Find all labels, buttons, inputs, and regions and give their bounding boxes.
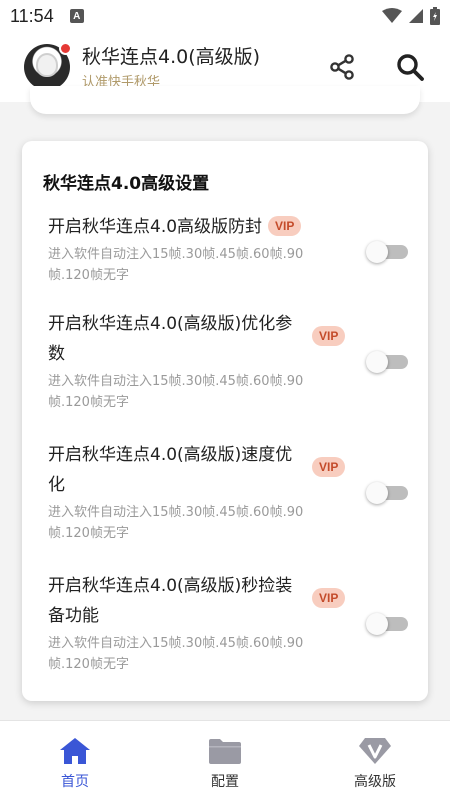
- diamond-v-icon: [359, 738, 391, 764]
- signal-icon: [409, 9, 423, 23]
- setting-item-speed-optimize: 开启秋华连点4.0(高级版)速度优化 VIP 进入软件自动注入15帧.30帧.4…: [48, 440, 408, 544]
- setting-description: 进入软件自动注入15帧.30帧.45帧.60帧.90帧.120帧无字: [48, 374, 304, 410]
- setting-description: 进入软件自动注入15帧.30帧.45帧.60帧.90帧.120帧无字: [48, 505, 304, 541]
- header-actions: [326, 51, 426, 83]
- toggle-thumb: [366, 482, 388, 504]
- wifi-icon: [382, 8, 402, 23]
- nav-label: 高级版: [354, 774, 396, 790]
- setting-label: 开启秋华连点4.0(高级版)速度优化: [48, 445, 293, 495]
- bottom-nav: 首页 配置 高级版: [0, 720, 450, 800]
- battery-icon: [430, 7, 440, 25]
- setting-description: 进入软件自动注入15帧.30帧.45帧.60帧.90帧.120帧无字: [48, 636, 304, 672]
- search-button[interactable]: [394, 51, 426, 83]
- setting-label: 开启秋华连点4.0(高级版)秒捡装备功能: [48, 576, 293, 626]
- status-bar: 11:54 A: [0, 0, 450, 32]
- setting-item-auto-pickup: 开启秋华连点4.0(高级版)秒捡装备功能 VIP 进入软件自动注入15帧.30帧…: [48, 571, 408, 675]
- nav-item-config[interactable]: 配置: [150, 721, 300, 800]
- setting-label: 开启秋华连点4.0(高级版)优化参数: [48, 314, 293, 364]
- setting-main: 开启秋华连点4.0高级版防封 VIP: [48, 212, 408, 242]
- nav-item-premium[interactable]: 高级版: [300, 721, 450, 800]
- settings-card: 秋华连点4.0高级设置 开启秋华连点4.0高级版防封 VIP 进入软件自动注入1…: [22, 141, 428, 701]
- status-time: 11:54: [10, 5, 54, 26]
- search-icon: [397, 54, 424, 81]
- app-title: 秋华连点4.0(高级版): [82, 45, 261, 68]
- nav-label: 配置: [211, 774, 239, 790]
- vip-badge: VIP: [312, 326, 346, 346]
- avatar-face-image: [36, 53, 58, 77]
- nav-item-home[interactable]: 首页: [0, 721, 150, 800]
- home-icon: [60, 738, 90, 764]
- toggle-optimize-params[interactable]: [366, 351, 410, 373]
- vip-badge: VIP: [312, 457, 346, 477]
- previous-card-bottom: [30, 86, 420, 114]
- share-button[interactable]: [326, 51, 358, 83]
- notification-dot: [59, 42, 72, 55]
- setting-description: 进入软件自动注入15帧.30帧.45帧.60帧.90帧.120帧无字: [48, 247, 304, 283]
- folder-icon: [209, 739, 241, 764]
- toggle-thumb: [366, 613, 388, 635]
- share-icon: [330, 54, 354, 80]
- toggle-anti-ban[interactable]: [366, 241, 410, 263]
- setting-main: 开启秋华连点4.0(高级版)秒捡装备功能 VIP: [48, 571, 408, 631]
- toggle-thumb: [366, 241, 388, 263]
- toggle-speed-optimize[interactable]: [366, 482, 410, 504]
- settings-card-title: 秋华连点4.0高级设置: [43, 174, 210, 194]
- vip-badge: VIP: [268, 216, 302, 236]
- setting-label: 开启秋华连点4.0高级版防封: [48, 217, 263, 237]
- avatar[interactable]: [24, 42, 72, 90]
- status-icons: [382, 7, 440, 25]
- notification-a-icon: A: [69, 9, 84, 23]
- setting-item-anti-ban: 开启秋华连点4.0高级版防封 VIP 进入软件自动注入15帧.30帧.45帧.6…: [48, 212, 408, 286]
- setting-main: 开启秋华连点4.0(高级版)优化参数 VIP: [48, 309, 408, 369]
- vip-badge: VIP: [312, 588, 346, 608]
- setting-item-optimize-params: 开启秋华连点4.0(高级版)优化参数 VIP 进入软件自动注入15帧.30帧.4…: [48, 309, 408, 413]
- nav-label: 首页: [61, 774, 89, 790]
- toggle-auto-pickup[interactable]: [366, 613, 410, 635]
- setting-main: 开启秋华连点4.0(高级版)速度优化 VIP: [48, 440, 408, 500]
- toggle-thumb: [366, 351, 388, 373]
- header-text: 秋华连点4.0(高级版) 认准快手秋华: [82, 45, 260, 90]
